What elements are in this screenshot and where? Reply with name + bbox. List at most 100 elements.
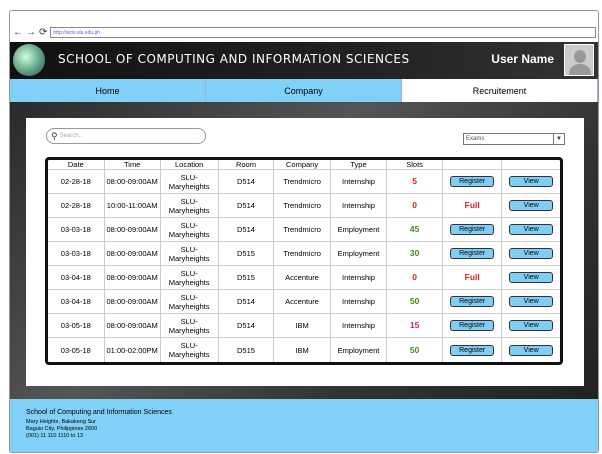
view-button[interactable]: View [509,296,554,307]
address-bar-row: ← → ⟳ http://sicis.slu.edu.ph [10,25,598,39]
cell-slots: 0 [387,194,443,218]
filter-value: Exams [466,136,485,142]
url-input[interactable]: http://sicis.slu.edu.ph [50,26,596,38]
cell-register: Register [443,338,503,362]
cell-time: 08:00-09:00AM [104,314,161,338]
cell-type: Internship [330,290,388,314]
view-button[interactable]: View [509,176,554,187]
site-header: SCHOOL OF COMPUTING AND INFORMATION SCIE… [10,42,598,79]
chevron-down-icon: ▼ [553,134,564,144]
register-button[interactable]: Register [450,296,495,307]
reload-icon[interactable]: ⟳ [39,27,47,38]
table-row: 03-05-18 01:00-02:00PM SLU-Maryheights D515… [48,338,560,362]
recruitment-table: Date Time Location Room Company Type Slots 02-… [45,157,563,365]
filter-select[interactable]: Exams ▼ [463,133,565,145]
search-icon: ⚲ [51,130,58,141]
cell-location: SLU-Maryheights [160,170,219,194]
cell-company: Trendmicro [274,194,331,218]
table-row: 03-03-18 08:00-09:00AM SLU-Maryheights D515… [48,242,560,266]
table-row: 03-04-18 08:00-09:00AM SLU-Maryheights D514… [48,290,560,314]
cell-location: SLU-Maryheights [160,194,219,218]
cell-type: Employment [331,338,388,362]
cell-room: D514 [218,290,275,314]
cell-room: D515 [218,266,275,290]
cell-company: IBM [274,338,331,362]
cell-view: View [502,290,560,314]
cell-location: SLU-Maryheights [160,218,219,242]
cell-company: Trendmicro [274,242,331,266]
table-row: 03-03-18 08:00-09:00AM SLU-Maryheights D514… [48,218,560,242]
cell-register: Register [442,314,503,338]
cell-type: Employment [330,218,388,242]
cell-register: Full [442,266,503,290]
cell-type: Employment [330,242,388,266]
cell-company: Trendmicro [274,170,331,194]
footer-address2: Baguio City, Philippines 2600 [26,426,98,432]
cell-company: IBM [274,314,331,338]
cell-view: View [502,314,560,338]
view-button[interactable]: View [509,224,554,235]
nav-company[interactable]: Company [206,79,402,102]
cell-date: 03-04-18 [48,266,105,290]
column-header: Type [330,160,388,170]
column-header [442,160,503,170]
cell-type: Internship [330,314,388,338]
cell-company: Accenture [274,266,331,290]
cell-location: SLU-Maryheights [160,290,219,314]
cell-company: Accenture [274,290,331,314]
cell-slots: 45 [387,218,443,242]
cell-slots: 5 [387,170,443,194]
cell-date: 03-05-18 [48,314,105,338]
column-header: Location [160,160,219,170]
table-row: 03-05-18 08:00-09:00AM SLU-Maryheights D514… [48,314,560,338]
cell-type: Internship [330,266,388,290]
column-header: Time [104,160,161,170]
cell-room: D514 [218,218,275,242]
cell-type: Internship [330,170,388,194]
view-button[interactable]: View [509,320,554,331]
footer-name: School of Computing and Information Scie… [26,409,172,416]
cell-date: 03-03-18 [48,242,105,266]
column-header [502,160,560,170]
cell-time: 08:00-09:00AM [104,170,161,194]
cell-slots: 0 [387,266,443,290]
footer-address1: Mary Heights, Bakakeng Sur [26,419,97,425]
nav-recruitement[interactable]: Recruitement [402,79,598,102]
cell-location: SLU-Maryheights [160,314,219,338]
cell-date: 03-05-18 [48,338,105,362]
cell-slots: 15 [387,314,443,338]
column-header: Slots [387,160,443,170]
cell-location: SLU-Maryheights [160,242,219,266]
cell-register: Register [442,170,503,194]
register-button[interactable]: Register [450,176,495,187]
register-button[interactable]: Register [450,320,495,331]
view-button[interactable]: View [509,272,554,283]
cell-register: Register [442,218,503,242]
avatar[interactable] [564,44,594,76]
cell-time: 08:00-09:00AM [104,290,161,314]
footer: School of Computing and Information Scie… [10,399,598,452]
cell-time: 10:00-11:00AM [104,194,161,218]
column-header: Room [218,160,275,170]
site-title: SCHOOL OF COMPUTING AND INFORMATION SCIE… [58,52,410,66]
register-button[interactable]: Register [450,248,495,259]
search-input[interactable]: ⚲ Search... [46,128,206,144]
footer-phone: (001) 11 110 1110 to 13 [26,433,84,439]
nav-home[interactable]: Home [10,79,206,102]
view-button[interactable]: View [509,344,554,356]
forward-icon[interactable]: → [26,27,36,38]
user-name[interactable]: User Name [491,52,554,66]
cell-view: View [502,194,560,218]
view-button[interactable]: View [509,248,554,259]
back-icon[interactable]: ← [13,27,23,38]
register-button[interactable]: Register [450,224,495,235]
cell-type: Internship [330,194,388,218]
view-button[interactable]: View [509,200,554,211]
cell-room: D514 [218,314,275,338]
browser-window: ← → ⟳ http://sicis.slu.edu.ph SCHOOL OF … [9,10,599,453]
column-header: Company [274,160,331,170]
cell-room: D514 [218,194,275,218]
register-button[interactable]: Register [450,344,495,356]
cell-time: 08:00-09:00AM [104,218,161,242]
content-panel: ⚲ Search... Exams ▼ Date Time Location Room Co… [26,118,584,386]
